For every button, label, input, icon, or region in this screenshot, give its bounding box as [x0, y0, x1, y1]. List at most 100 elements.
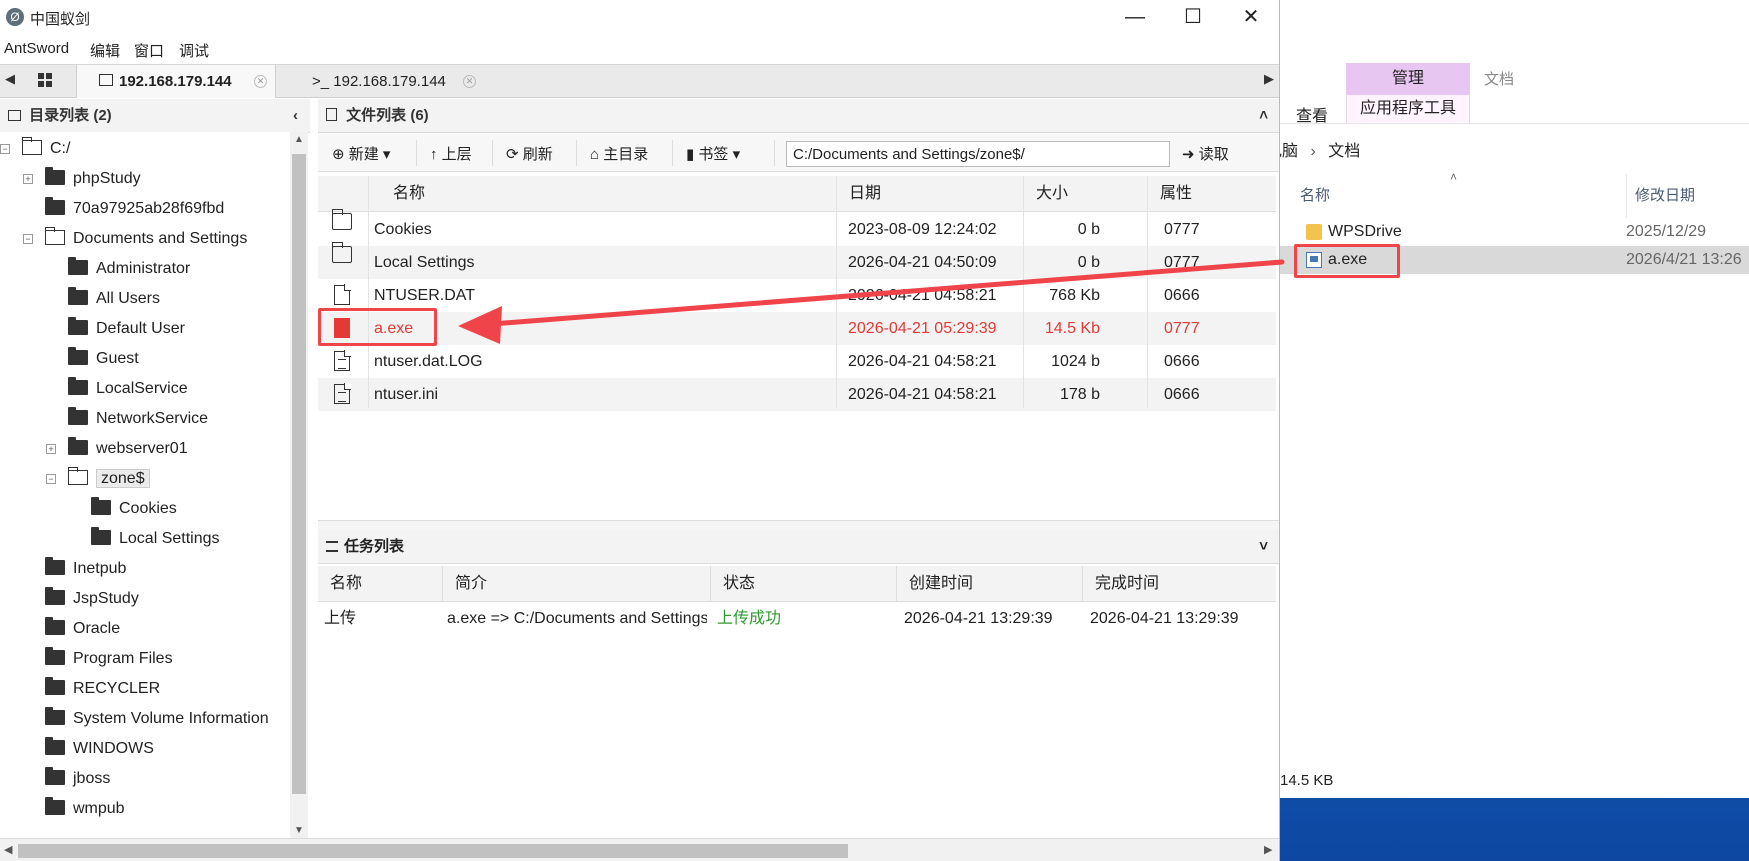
new-button[interactable]: ⊕ 新建 ▾ [332, 143, 390, 164]
column-header-finished[interactable]: 完成时间 [1082, 566, 1276, 602]
tree-node-wmpub[interactable]: wmpub [45, 796, 125, 822]
collapse-left-icon[interactable]: ‹ [293, 99, 298, 133]
collapse-icon[interactable]: − [0, 144, 10, 154]
expand-icon[interactable]: + [23, 174, 33, 184]
grid-home-icon[interactable] [38, 73, 52, 87]
column-header-desc[interactable]: 简介 [442, 566, 710, 602]
tab-close-icon[interactable]: ✕ [254, 75, 267, 88]
file-icon [334, 284, 351, 305]
explorer-address-bar[interactable]: 电脑 › 文档 [1280, 134, 1735, 170]
tab-documents[interactable]: 文档 [1484, 68, 1514, 89]
tab-close-icon[interactable]: ✕ [463, 75, 476, 88]
collapse-up-icon[interactable]: ˄ [1259, 99, 1268, 133]
tab-scroll-left-icon[interactable]: ◀ [5, 71, 15, 87]
tree-node-all-users[interactable]: All Users [68, 286, 160, 312]
folder-open-icon [68, 467, 88, 485]
column-header-modified[interactable]: 修改日期 [1626, 174, 1695, 218]
tree-node-jboss[interactable]: jboss [45, 766, 110, 792]
folder-icon [68, 377, 88, 395]
menu-edit[interactable]: 编辑 [90, 40, 120, 61]
tree-node-default-user[interactable]: Default User [68, 316, 185, 342]
collapse-icon[interactable]: − [46, 474, 56, 484]
file-row[interactable]: ntuser.dat.LOG 2026-04-21 04:58:21 1024 b 0… [318, 345, 1276, 378]
scroll-down-icon[interactable]: ▼ [294, 825, 304, 836]
tree-node-label: All Users [96, 290, 161, 307]
column-header-name[interactable]: 名称 [368, 176, 764, 212]
column-header-created[interactable]: 创建时间 [896, 566, 1082, 602]
column-header-status[interactable]: 状态 [710, 566, 896, 602]
minimize-button[interactable]: — [1106, 0, 1164, 36]
tree-node-oracle[interactable]: Oracle [45, 616, 120, 642]
column-header-date[interactable]: 日期 [836, 176, 1023, 212]
file-explorer-window: 管理 文档 查看 应用程序工具 电脑 › 文档 ˄ 名称 修改日期 WPSDri… [1280, 0, 1749, 798]
refresh-button[interactable]: ⟳ 刷新 [506, 143, 553, 164]
horizontal-scrollbar[interactable]: ◀ ▶ [0, 838, 1279, 861]
column-header-attr[interactable]: 属性 [1147, 176, 1276, 212]
scroll-up-icon[interactable]: ▲ [294, 134, 304, 145]
tree-node-cookies[interactable]: Cookies [91, 496, 177, 522]
tree-node-documents-and-settings[interactable]: Documents and Settings [45, 226, 247, 252]
list-item[interactable]: WPSDrive 2025/12/29 14:16 [1280, 218, 1749, 268]
tree-node-zone[interactable]: zone$ [68, 466, 150, 492]
tree-node-label: System Volume Information [73, 710, 269, 727]
tab-view[interactable]: 查看 [1296, 102, 1328, 126]
file-row[interactable]: a.exe 2026-04-21 05:29:39 14.5 Kb 0777 [318, 312, 1276, 345]
tree-node-local-settings[interactable]: Local Settings [91, 526, 220, 552]
file-row[interactable]: Local Settings 2026-04-21 04:50:09 0 b 0777 [318, 242, 1276, 279]
address-segment-docs[interactable]: 文档 [1328, 143, 1360, 160]
collapse-icon[interactable]: − [23, 234, 33, 244]
path-input[interactable] [786, 141, 1170, 167]
tab-label: >_ 192.168.179.144 [312, 73, 446, 90]
file-row[interactable]: NTUSER.DAT 2026-04-21 04:58:21 768 Kb 0666 [318, 279, 1276, 312]
tab-scroll-right-icon[interactable]: ▶ [1264, 71, 1274, 87]
column-header-name[interactable]: 名称 [1300, 174, 1330, 218]
scroll-left-icon[interactable]: ◀ [4, 843, 12, 856]
maximize-button[interactable]: ☐ [1164, 0, 1222, 36]
tree-node-label: Oracle [73, 620, 121, 637]
tree-node-guest[interactable]: Guest [68, 346, 139, 372]
tree-node-phpstudy[interactable]: phpStudy [45, 166, 141, 192]
tree-node-system-volume-information[interactable]: System Volume Information [45, 706, 269, 732]
tree-node-inetpub[interactable]: Inetpub [45, 556, 126, 582]
tab-app-tools[interactable]: 应用程序工具 [1346, 95, 1470, 123]
home-button[interactable]: ⌂ 主目录 [590, 143, 648, 164]
collapse-down-icon[interactable]: ˅ [1259, 530, 1268, 564]
task-pane-header: 任务列表 ˅ [318, 530, 1279, 564]
tree-node-label: RECYCLER [73, 680, 161, 697]
file-row[interactable]: ntuser.ini 2026-04-21 04:58:21 178 b 0666 [318, 378, 1276, 411]
scrollbar-thumb[interactable] [18, 844, 848, 858]
tree-node-localservice[interactable]: LocalService [68, 376, 188, 402]
file-row[interactable]: Cookies 2023-08-09 12:24:02 0 b 0777 [318, 209, 1276, 246]
tree-node-jspstudy[interactable]: JspStudy [45, 586, 139, 612]
tab-terminal[interactable]: >_ 192.168.179.144 ✕ [284, 65, 484, 98]
task-row[interactable]: 上传 a.exe => C:/Documents and Settings/zo… [318, 604, 1276, 634]
scroll-right-icon[interactable]: ▶ [1264, 843, 1272, 856]
tab-filemanager[interactable]: 192.168.179.144 ✕ [76, 65, 276, 98]
tree-node-recycler[interactable]: RECYCLER [45, 676, 160, 702]
folder-icon [332, 209, 352, 230]
tree-node-c[interactable]: C:/ [22, 136, 70, 162]
tree-node-windows[interactable]: WINDOWS [45, 736, 154, 762]
read-button[interactable]: ➜ 读取 [1182, 143, 1229, 164]
tree-node-webserver01[interactable]: webserver01 [68, 436, 188, 462]
address-segment-pc[interactable]: 电脑 [1280, 143, 1298, 160]
column-header-size[interactable]: 大小 [1023, 176, 1147, 212]
bookmark-button[interactable]: ▮ 书签 ▾ [686, 143, 740, 164]
menu-antsword[interactable]: AntSword [4, 40, 69, 57]
file-attr: 0666 [1164, 287, 1200, 304]
tree-node-70a97925ab28f69fbd[interactable]: 70a97925ab28f69fbd [45, 196, 224, 222]
column-header-task-name[interactable]: 名称 [318, 566, 442, 602]
up-button[interactable]: ↑ 上层 [430, 143, 472, 164]
expand-icon[interactable]: + [46, 444, 56, 454]
tree-node-administrator[interactable]: Administrator [68, 256, 190, 282]
tab-manage[interactable]: 管理 [1346, 63, 1470, 95]
tree-node-program-files[interactable]: Program Files [45, 646, 173, 672]
scrollbar-thumb[interactable] [292, 154, 306, 794]
tree-scrollbar[interactable]: ▲ ▼ [290, 132, 308, 838]
menu-debug[interactable]: 调试 [179, 40, 209, 61]
pane-splitter[interactable] [318, 520, 1279, 530]
file-icon [326, 108, 337, 121]
close-button[interactable]: ✕ [1222, 0, 1279, 36]
menu-window[interactable]: 窗口 [134, 40, 164, 61]
tree-node-networkservice[interactable]: NetworkService [68, 406, 208, 432]
